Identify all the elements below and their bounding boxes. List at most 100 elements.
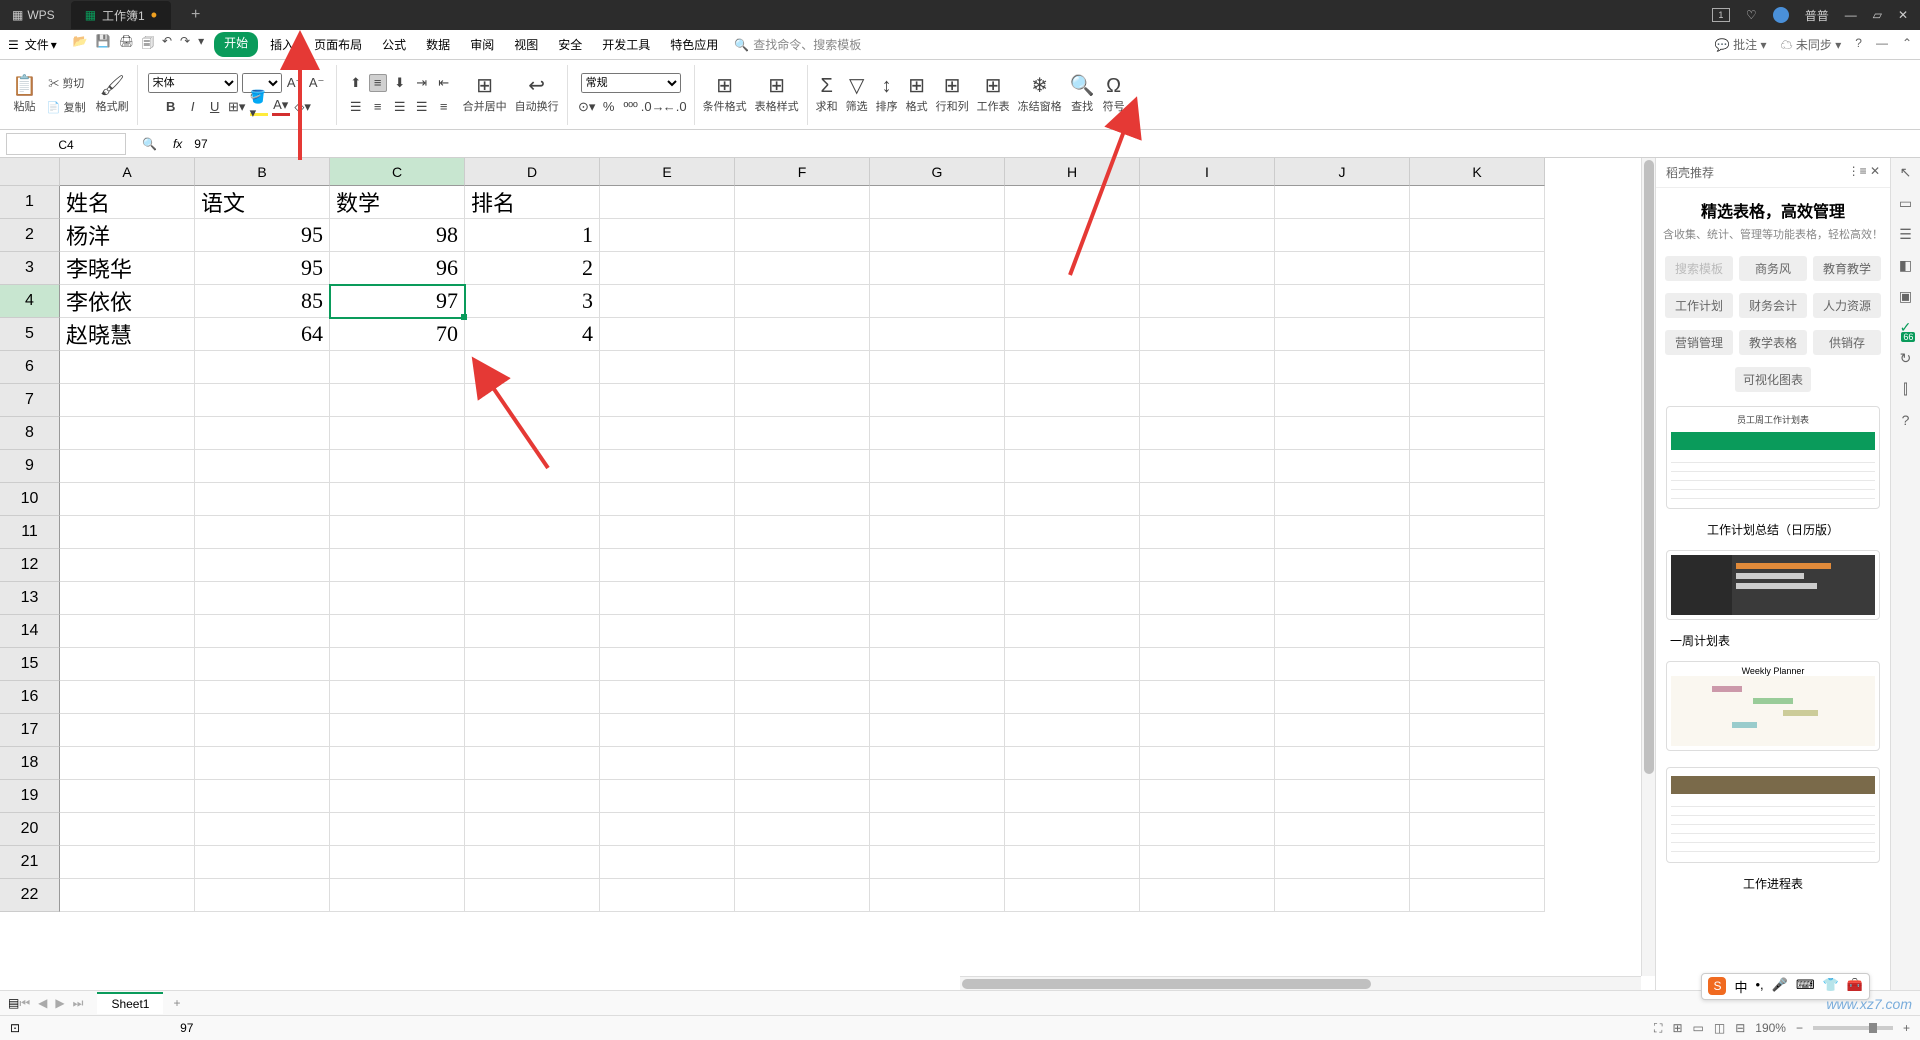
sort-button[interactable]: ↕排序	[872, 72, 902, 118]
cell[interactable]	[1140, 483, 1275, 516]
first-sheet-icon[interactable]: ⏮	[19, 996, 30, 1011]
cell[interactable]	[735, 582, 870, 615]
cell[interactable]	[870, 516, 1005, 549]
cell-reference-box[interactable]: C4	[6, 133, 126, 155]
cell[interactable]	[330, 648, 465, 681]
find-button[interactable]: 🔍查找	[1066, 72, 1099, 118]
cell[interactable]	[1005, 879, 1140, 912]
minimize-ribbon-icon[interactable]: —	[1876, 36, 1888, 53]
cell[interactable]	[870, 318, 1005, 351]
panel-close-icon[interactable]: ✕	[1870, 164, 1880, 178]
help-icon[interactable]: ?	[1855, 36, 1862, 53]
cell[interactable]	[1140, 582, 1275, 615]
clear-format-button[interactable]: ◇▾	[294, 98, 312, 116]
chart-icon[interactable]: ⫿	[1903, 381, 1907, 398]
filter-education[interactable]: 教育教学	[1813, 256, 1881, 281]
cell[interactable]	[1275, 384, 1410, 417]
cell[interactable]	[1275, 681, 1410, 714]
cell[interactable]	[60, 549, 195, 582]
cell[interactable]	[465, 747, 600, 780]
reading-view-icon[interactable]: ▭	[1693, 1021, 1704, 1035]
wrap-text-button[interactable]: ↩ 自动换行	[511, 72, 563, 118]
cell[interactable]	[1410, 516, 1545, 549]
cell[interactable]	[870, 846, 1005, 879]
cell[interactable]	[330, 351, 465, 384]
cell[interactable]: 李依依	[60, 285, 195, 318]
cell[interactable]	[60, 450, 195, 483]
cell[interactable]	[465, 549, 600, 582]
cell[interactable]	[870, 714, 1005, 747]
window-count-box[interactable]: 1	[1712, 8, 1730, 22]
cell[interactable]	[1005, 351, 1140, 384]
cell[interactable]: 97	[330, 285, 465, 318]
freeze-panes-button[interactable]: ❄冻结窗格	[1014, 72, 1066, 118]
ime-mic-icon[interactable]: 🎤	[1772, 977, 1788, 996]
cell[interactable]: 4	[465, 318, 600, 351]
cell[interactable]	[870, 186, 1005, 219]
fx-icon[interactable]: fx	[173, 137, 182, 151]
filter-finance[interactable]: 财务会计	[1739, 293, 1807, 318]
bold-button[interactable]: B	[162, 98, 180, 116]
merge-center-button[interactable]: ⊞ 合并居中	[459, 72, 511, 118]
cell[interactable]	[870, 252, 1005, 285]
template-search[interactable]: 搜索模板	[1665, 256, 1733, 281]
column-header[interactable]: J	[1275, 158, 1410, 186]
percent-icon[interactable]: %	[600, 98, 618, 116]
select-tool-icon[interactable]: ▭	[1899, 195, 1912, 212]
cell[interactable]	[1410, 219, 1545, 252]
row-header[interactable]: 9	[0, 450, 60, 483]
cell[interactable]	[735, 417, 870, 450]
cell[interactable]	[1275, 747, 1410, 780]
help-side-icon[interactable]: ?	[1902, 412, 1910, 428]
cell[interactable]	[1410, 813, 1545, 846]
cell[interactable]	[465, 780, 600, 813]
cell[interactable]	[1275, 846, 1410, 879]
cell[interactable]	[870, 549, 1005, 582]
underline-button[interactable]: U	[206, 98, 224, 116]
cell[interactable]	[735, 648, 870, 681]
cell[interactable]	[1005, 747, 1140, 780]
column-header[interactable]: H	[1005, 158, 1140, 186]
row-header[interactable]: 14	[0, 615, 60, 648]
ime-punct-icon[interactable]: •,	[1756, 977, 1764, 996]
zoom-magnify-icon[interactable]: 🔍	[142, 137, 157, 151]
cell[interactable]	[1410, 417, 1545, 450]
cell[interactable]: 语文	[195, 186, 330, 219]
vertical-scrollbar[interactable]	[1641, 158, 1655, 976]
cell[interactable]	[1410, 747, 1545, 780]
command-search[interactable]: 🔍 查找命令、搜索模板	[734, 36, 861, 53]
cell[interactable]	[600, 582, 735, 615]
cell[interactable]	[735, 285, 870, 318]
tab-special[interactable]: 特色应用	[662, 32, 726, 57]
tab-review[interactable]: 审阅	[462, 32, 502, 57]
cell[interactable]	[1410, 879, 1545, 912]
cell[interactable]	[1275, 780, 1410, 813]
cell[interactable]: 3	[465, 285, 600, 318]
filter-workplan[interactable]: 工作计划	[1665, 293, 1733, 318]
add-sheet-button[interactable]: +	[173, 996, 180, 1010]
justify-icon[interactable]: ☰	[413, 98, 431, 116]
column-header[interactable]: F	[735, 158, 870, 186]
symbol-button[interactable]: Ω符号	[1099, 72, 1129, 118]
cell[interactable]	[1410, 846, 1545, 879]
fill-color-button[interactable]: 🪣▾	[250, 98, 268, 116]
column-header[interactable]: A	[60, 158, 195, 186]
cell[interactable]	[1275, 648, 1410, 681]
cell[interactable]	[870, 879, 1005, 912]
copy-button[interactable]: 📄 复制	[47, 99, 86, 115]
ime-lang[interactable]: 中	[1734, 977, 1747, 996]
zoom-slider[interactable]	[1813, 1026, 1893, 1030]
cell[interactable]	[600, 252, 735, 285]
horizontal-scrollbar[interactable]	[960, 976, 1641, 990]
cell[interactable]: 70	[330, 318, 465, 351]
cell[interactable]	[870, 219, 1005, 252]
cell[interactable]	[195, 648, 330, 681]
increase-decimal-icon[interactable]: .0→	[644, 98, 662, 116]
cell[interactable]	[330, 813, 465, 846]
cell[interactable]	[465, 879, 600, 912]
template-item[interactable]	[1666, 767, 1880, 863]
save-icon[interactable]: 💾	[96, 34, 111, 55]
cell[interactable]	[330, 450, 465, 483]
cell[interactable]	[1005, 450, 1140, 483]
cell[interactable]	[465, 450, 600, 483]
